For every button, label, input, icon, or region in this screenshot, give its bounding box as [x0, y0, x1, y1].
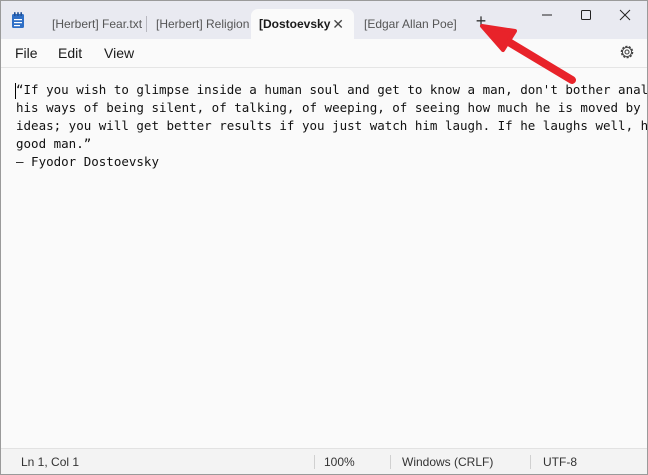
cursor-position: Ln 1, Col 1 [21, 455, 80, 469]
tab-edgar-allan-poe[interactable]: [Edgar Allan Poe] Tl [350, 9, 458, 39]
status-bar: Ln 1, Col 1 100% Windows (CRLF) UTF-8 [1, 448, 647, 474]
maximize-icon [581, 10, 591, 20]
menu-file[interactable]: File [15, 45, 38, 61]
text-line: ideas; you will get better results if yo… [16, 118, 648, 133]
zoom-level[interactable]: 100% [324, 455, 355, 469]
tab-herbert-religion[interactable]: [Herbert] Religion a [142, 9, 249, 39]
text-line: good man.” [16, 136, 92, 151]
title-bar: [Herbert] Fear.txt [Herbert] Religion a … [1, 1, 647, 39]
text-caret [15, 83, 16, 99]
menu-edit[interactable]: Edit [58, 45, 82, 61]
tab-dostoevsky[interactable]: [Dostoevsky ✕ [251, 9, 354, 39]
minimize-icon [542, 14, 552, 16]
plus-icon: + [475, 11, 487, 31]
document-text: “If you wish to glimpse inside a human s… [16, 81, 648, 171]
tab-herbert-fear[interactable]: [Herbert] Fear.txt [38, 9, 143, 39]
menu-view[interactable]: View [104, 45, 134, 61]
status-separator [314, 455, 315, 469]
status-separator [390, 455, 391, 469]
close-window-icon [619, 9, 631, 21]
menu-bar: File Edit View [1, 39, 647, 67]
tab-label: [Edgar Allan Poe] Tl [364, 17, 458, 31]
encoding[interactable]: UTF-8 [543, 455, 577, 469]
close-window-button[interactable] [602, 1, 647, 29]
tab-label: [Herbert] Fear.txt [52, 17, 143, 31]
text-editor-area[interactable]: “If you wish to glimpse inside a human s… [1, 68, 647, 448]
gear-icon[interactable] [618, 43, 636, 61]
notepad-window: [Herbert] Fear.txt [Herbert] Religion a … [0, 0, 648, 475]
tab-label: [Herbert] Religion a [156, 17, 249, 31]
new-tab-button[interactable]: + [472, 12, 490, 30]
text-line: — Fyodor Dostoevsky [16, 154, 159, 169]
text-line: “If you wish to glimpse inside a human s… [16, 82, 648, 97]
status-separator [530, 455, 531, 469]
line-ending[interactable]: Windows (CRLF) [402, 455, 493, 469]
notepad-app-icon [12, 12, 24, 28]
text-line: his ways of being silent, of talking, of… [16, 100, 648, 115]
close-tab-icon[interactable]: ✕ [332, 9, 344, 39]
